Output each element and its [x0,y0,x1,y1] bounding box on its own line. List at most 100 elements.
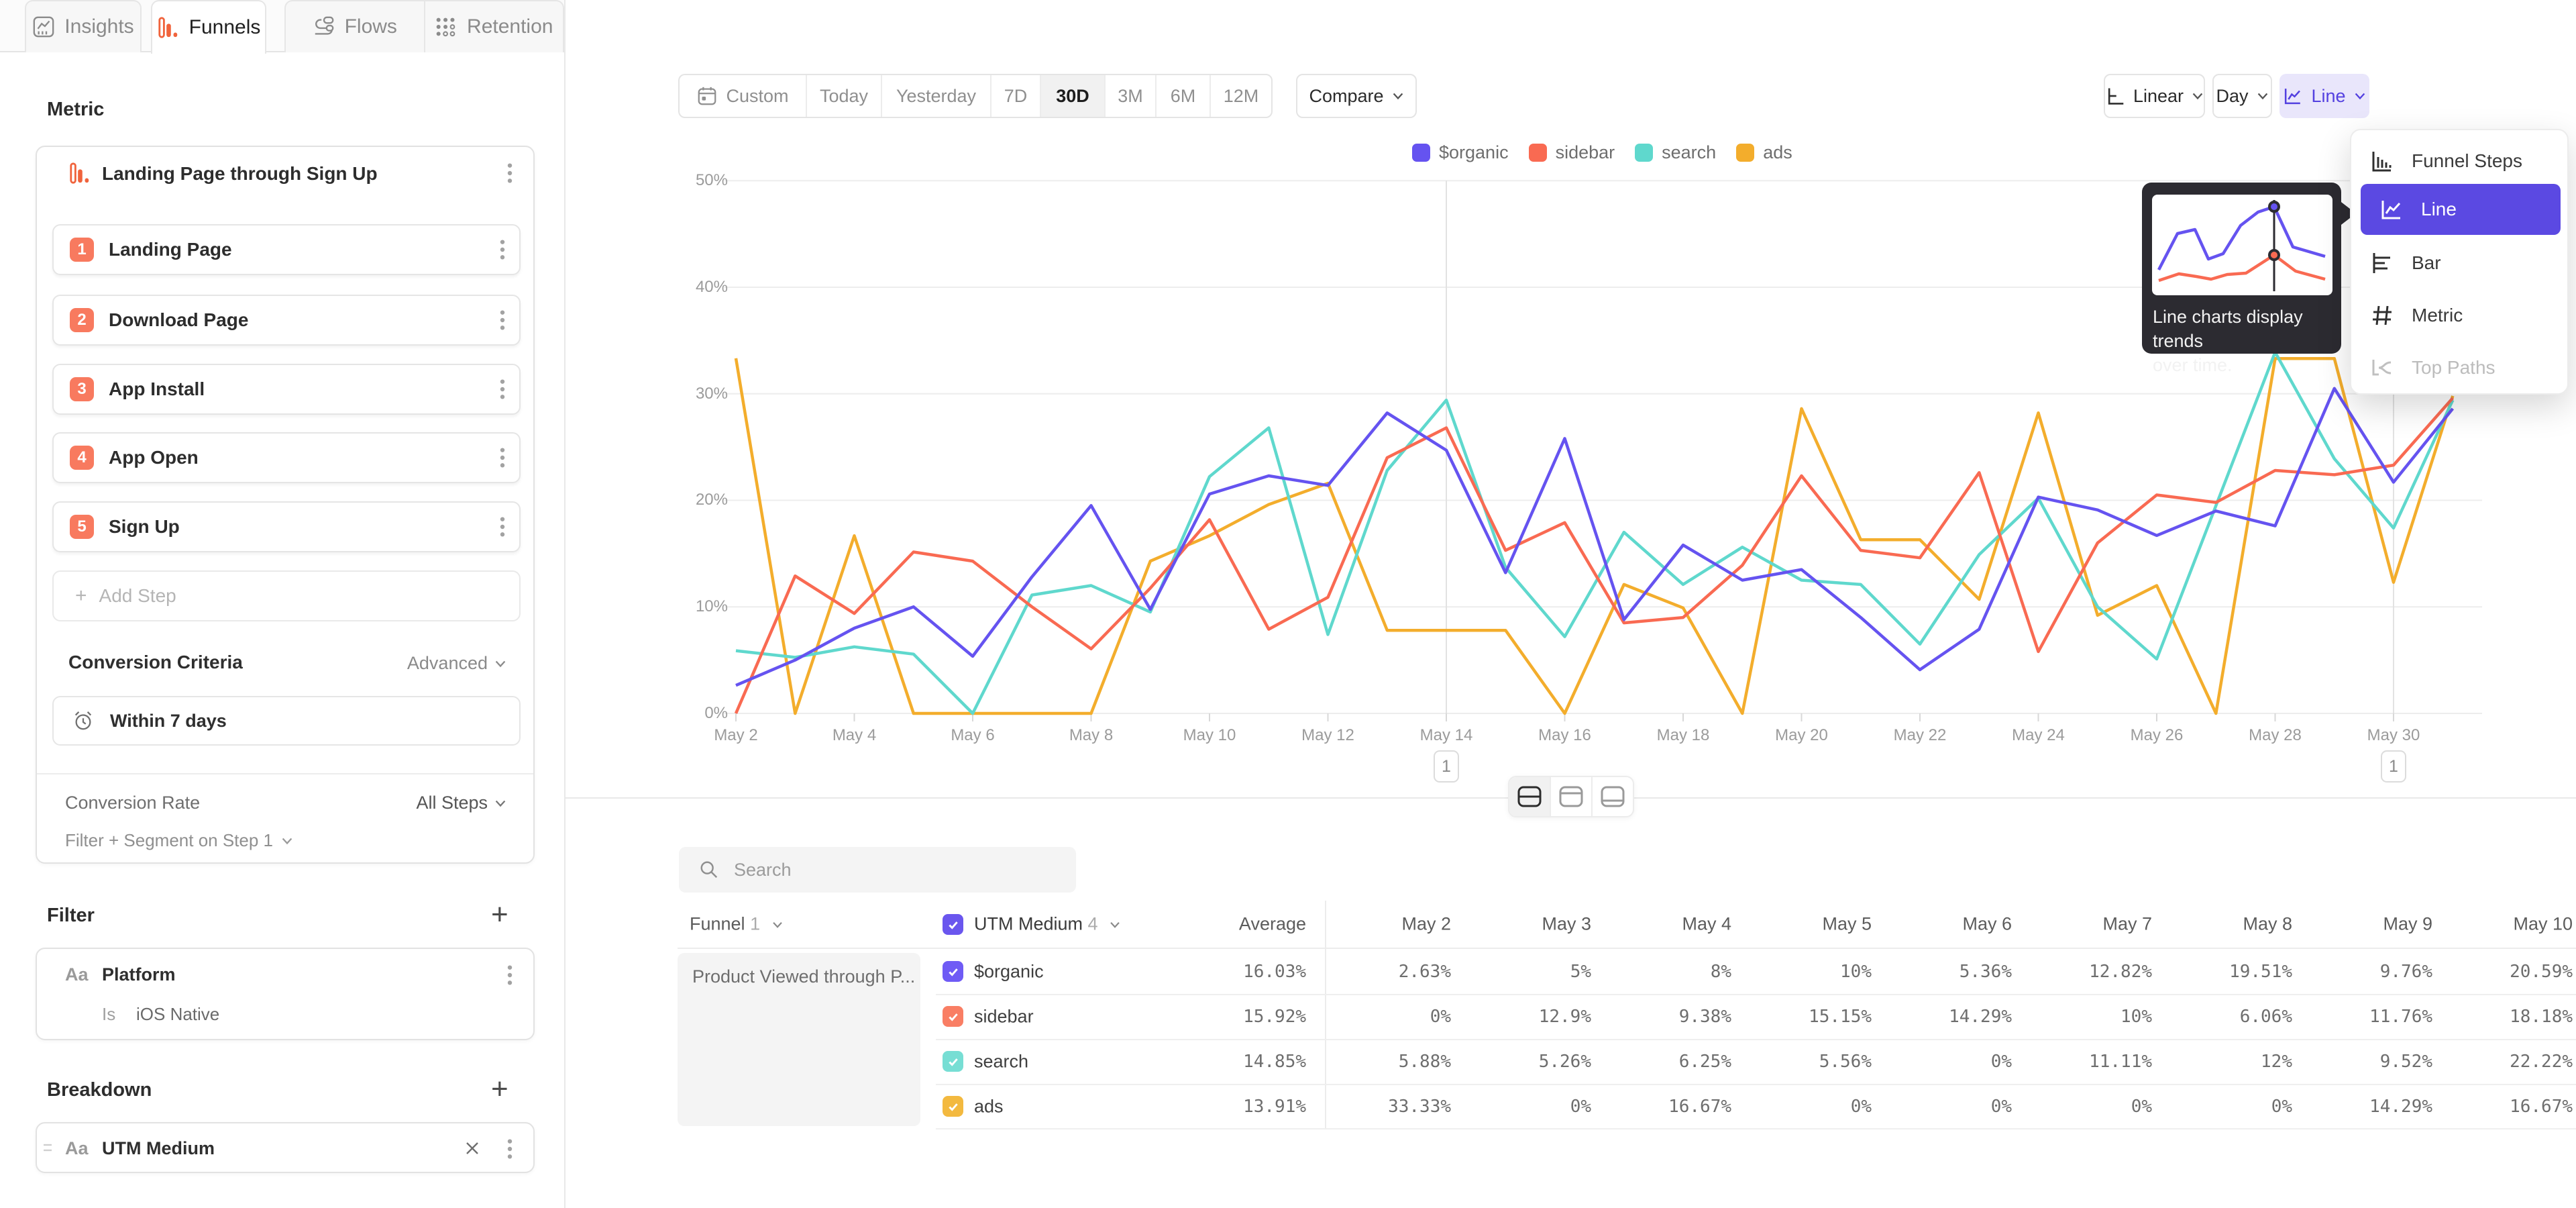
day-column-header[interactable]: May 5 [1758,914,1872,935]
breakdown-card[interactable]: Aa UTM Medium [36,1122,535,1173]
menu-item-bar[interactable]: Bar [2351,239,2567,287]
legend-item[interactable]: ads [1736,142,1792,163]
table-row[interactable]: sidebar 15.92% 0%12.9%9.38%15.15%14.29%1… [676,994,2576,1039]
all-steps-dropdown[interactable]: All Steps [416,793,506,813]
kebab-icon[interactable] [506,1138,513,1160]
series-checkbox[interactable] [943,1096,963,1117]
tab-flows[interactable]: Flows [286,1,424,52]
range-12m[interactable]: 12M [1211,75,1271,117]
layout-chart-button[interactable] [1591,777,1633,816]
funnel-step-2[interactable]: 2 Download Page [52,295,521,346]
range-3m[interactable]: 3M [1106,75,1157,117]
funnel-step-1[interactable]: 1 Landing Page [52,224,521,275]
row-separator [936,1039,2576,1040]
app-root: Insights Funnels Flows Retention Metric [0,0,2576,1208]
breakdown-count: 4 [1088,914,1098,934]
legend-item[interactable]: sidebar [1529,142,1615,163]
kebab-icon[interactable] [499,446,506,469]
scale-button[interactable]: Linear [2104,74,2205,118]
filter-segment-dropdown[interactable]: Filter + Segment on Step 1 [65,830,293,851]
annotation-badge[interactable]: 1 [2381,750,2406,783]
funnel-col-label: Funnel [690,914,745,934]
range-custom[interactable]: Custom [680,75,807,117]
chart-type-menu: Funnel Steps Line Bar Metric Top Paths [2350,129,2569,395]
x-axis-tick: May 10 [1163,726,1256,745]
add-step-button[interactable]: + Add Step [52,570,521,621]
day-value-cell: 2.63% [1337,962,1451,982]
breakdown-select-all-checkbox[interactable] [943,914,963,935]
series-checkbox[interactable] [943,1051,963,1072]
filter-operator: Is [102,1004,115,1025]
remove-breakdown-icon[interactable] [464,1140,481,1157]
day-column-header[interactable]: May 6 [1898,914,2012,935]
compare-button[interactable]: Compare [1296,74,1417,118]
layout-table-button[interactable] [1550,777,1591,816]
layout-toggle-group [1508,776,1634,817]
tab-label: Retention [467,15,553,38]
conversion-window-field[interactable]: Within 7 days [52,696,521,746]
range-30d[interactable]: 30D [1041,75,1106,117]
range-today[interactable]: Today [807,75,882,117]
day-value-cell: 16.67% [1617,1097,1731,1117]
series-checkbox[interactable] [943,1006,963,1027]
funnel-step-5[interactable]: 5 Sign Up [52,501,521,552]
layout-split-button[interactable] [1509,777,1550,816]
range-7d[interactable]: 7D [991,75,1041,117]
filter-card[interactable]: Aa Platform Is iOS Native [36,948,535,1040]
table-row[interactable]: $organic 16.03% 2.63%5%8%10%5.36%12.82%1… [676,949,2576,994]
conversion-rate-label: Conversion Rate [65,793,200,813]
y-axis-tick: 50% [627,170,728,191]
flows-icon [313,15,335,38]
range-yesterday[interactable]: Yesterday [882,75,991,117]
day-column-header[interactable]: May 8 [2178,914,2292,935]
tab-funnels[interactable]: Funnels [151,0,266,54]
series-checkbox[interactable] [943,961,963,982]
legend-swatch [1529,144,1547,162]
tab-group: Flows Retention [284,0,564,52]
tab-insights[interactable]: Insights [25,0,142,52]
funnel-column-header[interactable]: Funnel 1 [690,914,783,935]
kebab-icon[interactable] [506,964,513,987]
day-column-header[interactable]: May 10 [2459,914,2573,935]
breakdown-column-header[interactable]: UTM Medium 4 [974,914,1120,935]
funnel-step-4[interactable]: 4 App Open [52,432,521,483]
tooltip-mini-chart [2152,195,2332,295]
table-row[interactable]: ads 13.91% 33.33%0%16.67%0%0%0%0%14.29%1… [676,1084,2576,1129]
funnel-step-3[interactable]: 3 App Install [52,364,521,415]
chart-series-ads[interactable] [736,358,2453,713]
tab-retention[interactable]: Retention [424,1,564,52]
kebab-icon[interactable] [499,515,506,538]
legend-label: $organic [1439,142,1509,163]
menu-item-line[interactable]: Line [2361,184,2561,235]
add-filter-button[interactable]: + [491,898,508,932]
kebab-icon[interactable] [499,238,506,261]
advanced-toggle[interactable]: Advanced [407,653,506,674]
kebab-icon[interactable] [499,309,506,332]
drag-handle-icon[interactable] [42,1141,53,1156]
kebab-icon[interactable] [499,378,506,401]
chevron-down-icon [494,799,506,808]
add-breakdown-button[interactable]: + [491,1072,508,1106]
table-row[interactable]: search 14.85% 5.88%5.26%6.25%5.56%0%11.1… [676,1039,2576,1084]
range-6m[interactable]: 6M [1157,75,1211,117]
day-column-header[interactable]: May 9 [2318,914,2432,935]
day-column-header[interactable]: May 4 [1617,914,1731,935]
legend-item[interactable]: $organic [1412,142,1509,163]
range-label: 30D [1056,86,1089,107]
annotation-badge[interactable]: 1 [1434,750,1459,783]
menu-item-top-paths[interactable]: Top Paths [2351,344,2567,392]
day-column-header[interactable]: May 7 [2038,914,2152,935]
filter-value[interactable]: iOS Native [136,1004,219,1025]
x-axis-tick: May 16 [1518,726,1612,745]
chart-type-button[interactable]: Line [2279,74,2369,118]
day-column-header[interactable]: May 3 [1477,914,1591,935]
menu-item-funnel-steps[interactable]: Funnel Steps [2351,137,2567,185]
interval-button[interactable]: Day [2212,74,2272,118]
menu-item-metric[interactable]: Metric [2351,291,2567,340]
kebab-icon[interactable] [506,162,513,185]
day-column-header[interactable]: May 2 [1337,914,1451,935]
search-input[interactable]: Search [679,847,1076,893]
legend-item[interactable]: search [1635,142,1716,163]
chart-series-$organic[interactable] [736,389,2453,685]
average-column-header[interactable]: Average [1192,914,1306,935]
